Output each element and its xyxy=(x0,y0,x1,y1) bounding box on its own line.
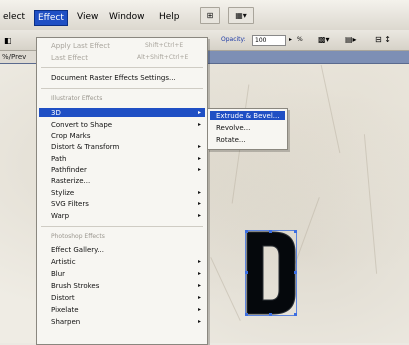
submenu-arrow-icon: ▸ xyxy=(198,121,202,128)
menu-revolve[interactable]: Revolve... xyxy=(216,124,250,132)
menu-distort[interactable]: Distort xyxy=(51,294,75,302)
menu-separator xyxy=(41,226,203,227)
submenu-arrow-icon: ▸ xyxy=(198,155,202,162)
menu-bar: elect Effect View Window Help ⊞ ▦▾ xyxy=(0,0,409,31)
menu-crop-marks[interactable]: Crop Marks xyxy=(51,132,90,140)
menu-3d[interactable]: 3D xyxy=(51,109,61,117)
menu-rotate[interactable]: Rotate... xyxy=(216,136,246,144)
submenu-arrow-icon: ▸ xyxy=(198,318,202,325)
3d-submenu: Extrude & Bevel... Revolve... Rotate... xyxy=(207,108,288,150)
menu-separator xyxy=(41,88,203,89)
opacity-input[interactable]: 100 xyxy=(252,35,286,46)
submenu-arrow-icon: ▸ xyxy=(198,306,202,313)
style-swatch-icon[interactable]: ▩▾ xyxy=(318,35,330,44)
submenu-arrow-icon: ▸ xyxy=(198,109,202,116)
submenu-arrow-icon: ▸ xyxy=(198,166,202,173)
menu-svg-filters[interactable]: SVG Filters xyxy=(51,200,89,208)
selection-tool-icon[interactable]: ◧ xyxy=(4,36,12,45)
menu-apply-last-effect[interactable]: Apply Last Effect xyxy=(51,42,110,50)
submenu-arrow-icon: ▸ xyxy=(198,270,202,277)
align-icon[interactable]: ⊟ ↕ xyxy=(375,35,391,44)
bridge-button[interactable]: ⊞ xyxy=(200,7,220,24)
menu-select[interactable]: elect xyxy=(0,10,28,24)
letter-artwork[interactable]: D xyxy=(245,230,297,316)
menu-separator xyxy=(41,67,203,68)
illustrator-effects-header: Illustrator Effects xyxy=(51,95,103,102)
submenu-arrow-icon: ▸ xyxy=(198,282,202,289)
submenu-arrow-icon: ▸ xyxy=(198,212,202,219)
menu-rasterize[interactable]: Rasterize... xyxy=(51,177,90,185)
menu-pixelate[interactable]: Pixelate xyxy=(51,306,79,314)
menu-artistic[interactable]: Artistic xyxy=(51,258,76,266)
menu-convert-to-shape[interactable]: Convert to Shape xyxy=(51,121,112,129)
menu-last-effect[interactable]: Last Effect xyxy=(51,54,88,62)
shortcut-last-effect: Alt+Shift+Ctrl+E xyxy=(137,54,189,61)
menu-blur[interactable]: Blur xyxy=(51,270,65,278)
submenu-arrow-icon: ▸ xyxy=(198,143,202,150)
document-tab[interactable]: %/Prev xyxy=(0,51,40,63)
menu-effect-gallery[interactable]: Effect Gallery... xyxy=(51,246,104,254)
menu-highlight xyxy=(39,108,205,117)
menu-effect[interactable]: Effect xyxy=(34,10,68,26)
menu-window[interactable]: Window xyxy=(106,10,148,24)
menu-view[interactable]: View xyxy=(74,10,101,24)
submenu-arrow-icon: ▸ xyxy=(198,294,202,301)
opacity-arrow-icon[interactable]: ▸ xyxy=(289,36,292,43)
bridge-icon: ⊞ xyxy=(206,11,214,20)
menu-stylize[interactable]: Stylize xyxy=(51,189,74,197)
menu-distort-transform[interactable]: Distort & Transform xyxy=(51,143,119,151)
menu-help[interactable]: Help xyxy=(156,10,183,24)
shortcut-apply-last: Shift+Ctrl+E xyxy=(145,42,184,49)
opacity-label: Opacity: xyxy=(221,36,246,43)
effect-menu: Apply Last Effect Shift+Ctrl+E Last Effe… xyxy=(36,37,208,345)
menu-pathfinder[interactable]: Pathfinder xyxy=(51,166,87,174)
letter-d-shape xyxy=(245,230,297,316)
grid-icon: ▦▾ xyxy=(235,11,247,20)
percent-label: % xyxy=(297,36,303,43)
arrange-documents-button[interactable]: ▦▾ xyxy=(228,7,254,24)
submenu-arrow-icon: ▸ xyxy=(198,200,202,207)
menu-document-raster-settings[interactable]: Document Raster Effects Settings... xyxy=(51,74,176,82)
photoshop-effects-header: Photoshop Effects xyxy=(51,233,105,240)
document-setup-icon[interactable]: ▤▸ xyxy=(345,35,357,44)
menu-extrude-bevel[interactable]: Extrude & Bevel... xyxy=(216,112,279,120)
menu-sharpen[interactable]: Sharpen xyxy=(51,318,80,326)
menu-warp[interactable]: Warp xyxy=(51,212,69,220)
submenu-arrow-icon: ▸ xyxy=(198,258,202,265)
submenu-arrow-icon: ▸ xyxy=(198,189,202,196)
menu-brush-strokes[interactable]: Brush Strokes xyxy=(51,282,99,290)
menu-path[interactable]: Path xyxy=(51,155,66,163)
